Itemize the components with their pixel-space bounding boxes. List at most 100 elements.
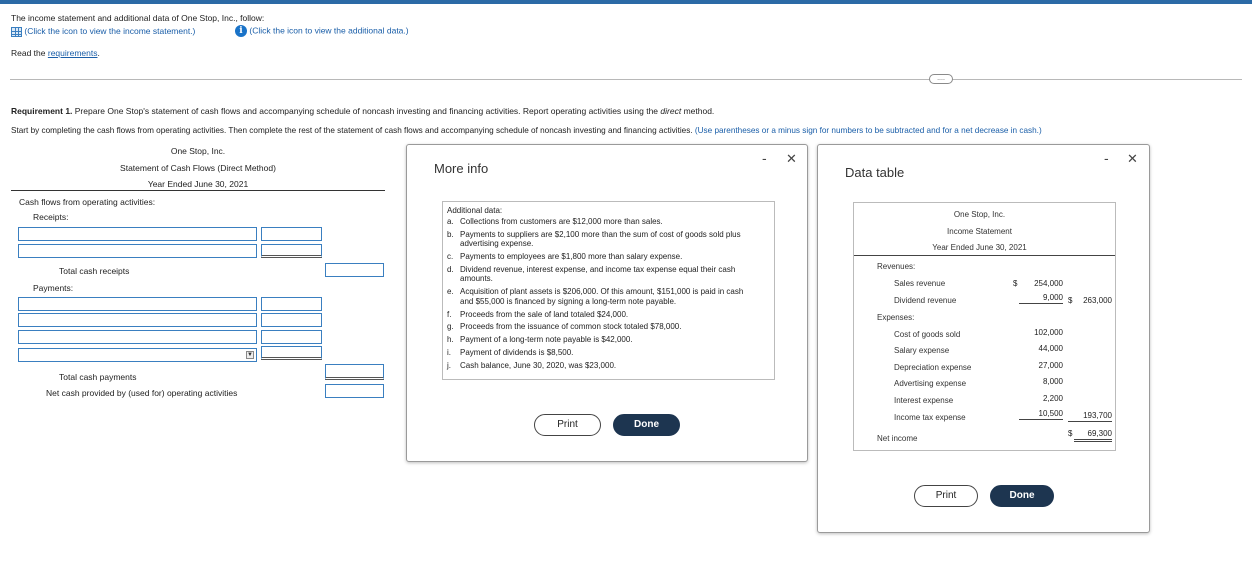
total-receipts-label: Total cash receipts [59, 266, 130, 276]
expense-label: Interest expense [894, 396, 954, 405]
requirement-label: Requirement 1. [11, 106, 73, 116]
operating-section-label: Cash flows from operating activities: [19, 197, 156, 207]
statement-company: One Stop, Inc. [170, 146, 226, 156]
payments-label: Payments: [33, 283, 74, 293]
expense-label: Cost of goods sold [894, 330, 961, 339]
additional-data-item-text: advertising expense. [460, 239, 534, 249]
additional-data-item-letter: a. [447, 217, 454, 226]
expense-label: Depreciation expense [894, 363, 972, 372]
instructions-body: Start by completing the cash flows from … [11, 126, 693, 135]
additional-data-item-text: Payments to suppliers are $2,100 more th… [460, 229, 741, 239]
payment-4-amount-input[interactable] [261, 346, 322, 360]
payment-1-amount-input[interactable] [261, 297, 322, 311]
statement-title: Statement of Cash Flows (Direct Method) [120, 163, 276, 173]
data-table-title: Data table [845, 165, 905, 180]
total-revenue-value: 263,000 [1083, 296, 1112, 305]
expense-value: 10,500 [1019, 409, 1063, 420]
additional-data-item-text: Payments to employees are $1,800 more th… [460, 252, 683, 262]
section-divider [10, 79, 1242, 80]
requirement-method: direct [660, 106, 682, 116]
additional-data-heading: Additional data: [447, 206, 503, 215]
additional-data-item-letter: i. [447, 347, 451, 357]
expense-value: 8,000 [1042, 377, 1063, 386]
additional-data-item-text: Payment of a long-term note payable is $… [460, 335, 633, 345]
total-payments-label: Total cash payments [59, 372, 137, 382]
instructions-text: Start by completing the cash flows from … [11, 126, 1042, 135]
payment-1-label-input[interactable] [18, 297, 257, 311]
additional-data-item-text: Collections from customers are $12,000 m… [460, 217, 663, 226]
is-company: One Stop, Inc. [953, 210, 1006, 219]
additional-data-item-letter: c. [447, 252, 454, 262]
additional-data-item-text: Proceeds from the sale of land totaled $… [460, 309, 629, 319]
additional-data-item-text: amounts. [460, 274, 493, 284]
additional-data-item-letter: f. [447, 309, 452, 319]
chevron-down-icon[interactable]: ▼ [246, 351, 254, 359]
receipt-2-amount-input[interactable] [261, 244, 322, 258]
sales-dollar: $ [1013, 279, 1018, 288]
requirement-text: Requirement 1. Prepare One Stop's statem… [11, 106, 714, 116]
income-statement-table: One Stop, Inc. Income Statement Year End… [853, 202, 1116, 451]
additional-data-item-letter: h. [447, 335, 454, 345]
expense-value: 27,000 [1038, 361, 1063, 370]
payment-3-label-input[interactable] [18, 330, 257, 344]
expense-value: 44,000 [1038, 344, 1063, 353]
payment-2-label-input[interactable] [18, 313, 257, 327]
read-prefix: Read the [11, 48, 48, 58]
income-statement-link-label[interactable]: (Click the icon to view the income state… [24, 26, 195, 36]
close-icon[interactable]: ✕ [786, 151, 797, 167]
sales-value: 254,000 [1034, 279, 1063, 288]
additional-data-item-text: Proceeds from the issuance of common sto… [460, 322, 682, 332]
minimize-icon[interactable]: - [1104, 150, 1109, 166]
dividend-value: 9,000 [1019, 293, 1063, 304]
additional-data-item-letter: j. [447, 360, 451, 370]
additional-data-link[interactable]: i (Click the icon to view the additional… [235, 25, 409, 37]
additional-data-item-letter: g. [447, 322, 454, 332]
additional-data-item-text: and $55,000 is financed by signing a lon… [460, 296, 677, 306]
minimize-icon[interactable]: - [762, 150, 767, 166]
data-table-window: Data table - ✕ One Stop, Inc. Income Sta… [817, 144, 1150, 533]
additional-data-link-label[interactable]: (Click the icon to view the additional d… [249, 25, 408, 35]
receipt-2-label-input[interactable] [18, 244, 257, 258]
requirements-link[interactable]: requirements [48, 48, 98, 58]
more-info-window: More info - ✕ Additional data: a. Collecti… [406, 144, 808, 462]
additional-data-item-text: Acquisition of plant assets is $206,000.… [460, 287, 744, 297]
statement-period: Year Ended June 30, 2021 [147, 179, 249, 189]
additional-data-item-text: Dividend revenue, interest expense, and … [460, 264, 736, 274]
income-statement-link[interactable]: (Click the icon to view the income state… [11, 26, 195, 37]
requirement-body: Prepare One Stop's statement of cash flo… [72, 106, 661, 116]
more-info-print-button[interactable]: Print [534, 414, 601, 436]
expense-value: 2,200 [1042, 394, 1063, 403]
receipt-1-label-input[interactable] [18, 227, 257, 241]
payment-2-amount-input[interactable] [261, 313, 322, 327]
data-table-print-button[interactable]: Print [914, 485, 978, 507]
payment-4-select[interactable]: ▼ [18, 348, 257, 362]
net-income-value: 69,300 [1074, 429, 1112, 442]
is-period: Year Ended June 30, 2021 [932, 243, 1027, 252]
expand-dots-button[interactable]: .... [929, 74, 953, 84]
additional-data-item-letter: e. [447, 287, 454, 297]
total-revenue-dollar: $ [1068, 296, 1073, 305]
more-info-done-button[interactable]: Done [613, 414, 680, 436]
additional-data-item-letter: b. [447, 229, 454, 239]
table-icon[interactable] [11, 26, 22, 37]
data-table-done-button[interactable]: Done [990, 485, 1054, 507]
dividend-label: Dividend revenue [894, 296, 957, 305]
close-icon[interactable]: ✕ [1127, 151, 1138, 167]
read-requirements: Read the requirements. [11, 48, 100, 58]
additional-data-box: Additional data: a. Collections from custo… [442, 201, 775, 380]
receipt-1-amount-input[interactable] [261, 227, 322, 241]
total-payments-input[interactable] [325, 364, 384, 380]
payment-3-amount-input[interactable] [261, 330, 322, 344]
top-accent-bar [0, 0, 1252, 4]
expense-value: 102,000 [1034, 328, 1063, 337]
total-receipts-input[interactable] [325, 263, 384, 277]
net-cash-label: Net cash provided by (used for) operatin… [46, 388, 238, 398]
sales-label: Sales revenue [894, 279, 946, 288]
total-expenses-value: 193,700 [1068, 411, 1112, 422]
info-icon[interactable]: i [235, 25, 247, 37]
instructions-hint: (Use parentheses or a minus sign for num… [694, 126, 1042, 135]
net-cash-input[interactable] [325, 384, 384, 398]
expense-label: Advertising expense [894, 379, 967, 388]
net-income-label: Net income [877, 434, 918, 443]
net-income-dollar: $ [1068, 429, 1073, 438]
